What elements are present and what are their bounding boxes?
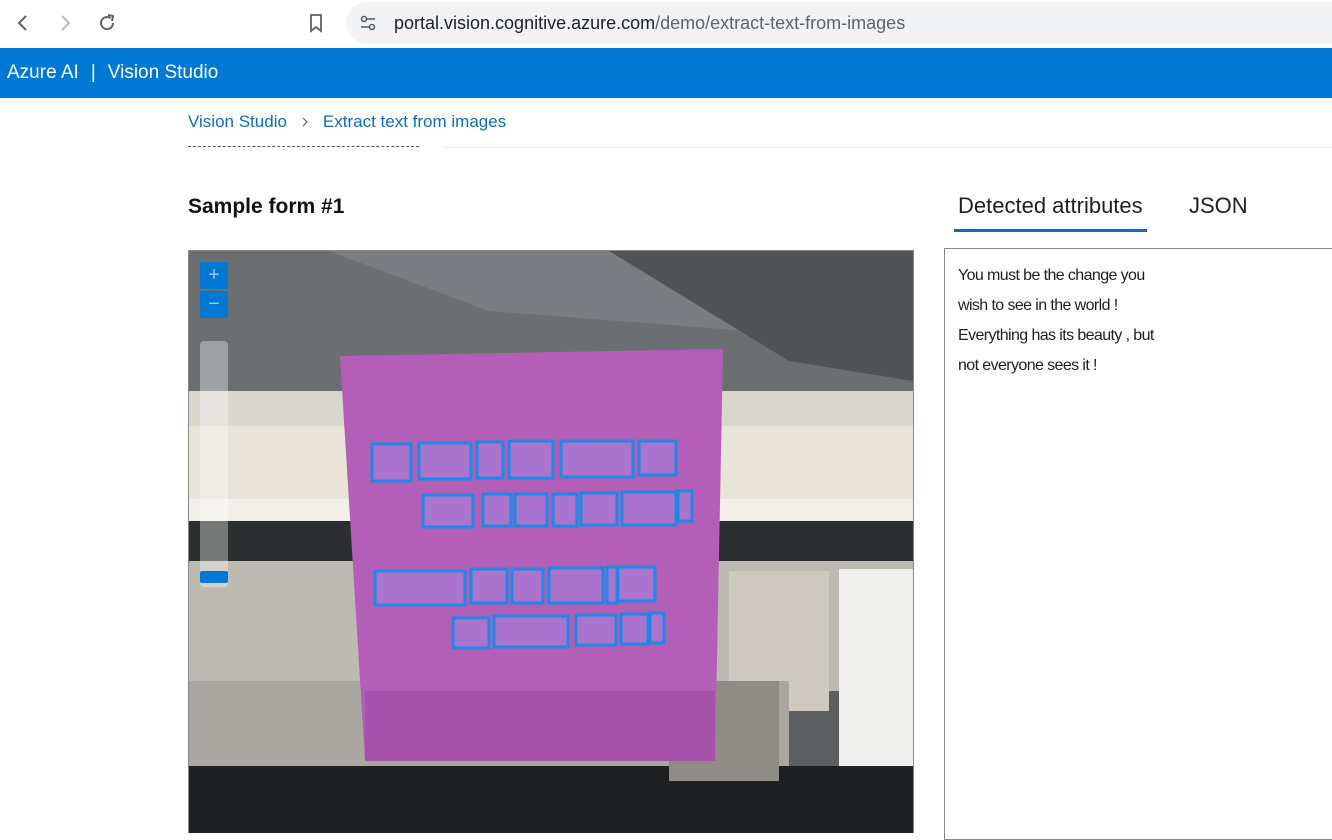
zoom-controls: + − [200,262,228,318]
address-bar[interactable]: portal.vision.cognitive.azure.com/demo/e… [346,2,1332,44]
url-host: portal.vision.cognitive.azure.com [394,13,656,33]
detected-line: You must be the change you [958,267,1145,284]
image-viewer[interactable]: + − [188,250,914,833]
detected-line: Everything has its beauty , but [958,327,1154,344]
breadcrumb-root-link[interactable]: Vision Studio [188,112,287,132]
back-arrow-icon [17,15,27,31]
bookmark-button[interactable] [301,8,331,38]
forward-arrow-icon [61,15,71,31]
zoom-out-button[interactable]: − [200,291,228,318]
sample-photo [189,251,913,833]
zoom-slider-handle[interactable] [200,571,228,583]
divider [443,147,1332,148]
browser-toolbar: portal.vision.cognitive.azure.com/demo/e… [0,0,1332,48]
chevron-right-icon [302,117,308,127]
product-name[interactable]: Vision Studio [108,62,219,84]
zoom-in-button[interactable]: + [200,262,228,289]
reload-icon [100,14,115,31]
zoom-slider-track[interactable] [200,341,228,587]
breadcrumb-current-link[interactable]: Extract text from images [323,112,506,132]
sample-title: Sample form #1 [188,195,345,218]
tab-detected-attributes[interactable]: Detected attributes [954,193,1147,232]
brand-name[interactable]: Azure AI [7,62,79,84]
reload-button[interactable] [92,8,122,38]
detected-text-list: You must be the change you wish to see i… [958,261,1154,381]
bookmark-icon [310,14,322,33]
detected-line: not everyone sees it ! [958,357,1097,374]
breadcrumb-underline [188,146,419,147]
site-settings-icon[interactable] [358,13,378,33]
url-text: portal.vision.cognitive.azure.com/demo/e… [394,13,905,34]
app-header: Azure AI | Vision Studio [0,48,1332,98]
breadcrumb: Vision Studio Extract text from images [188,112,506,132]
detected-line: wish to see in the world ! [958,297,1118,314]
forward-button[interactable] [50,8,80,38]
detected-attributes-panel: You must be the change you wish to see i… [944,248,1332,840]
header-separator: | [90,62,96,83]
url-path: /demo/extract-text-from-images [655,13,906,33]
tab-json[interactable]: JSON [1189,193,1248,229]
back-button[interactable] [8,8,38,38]
